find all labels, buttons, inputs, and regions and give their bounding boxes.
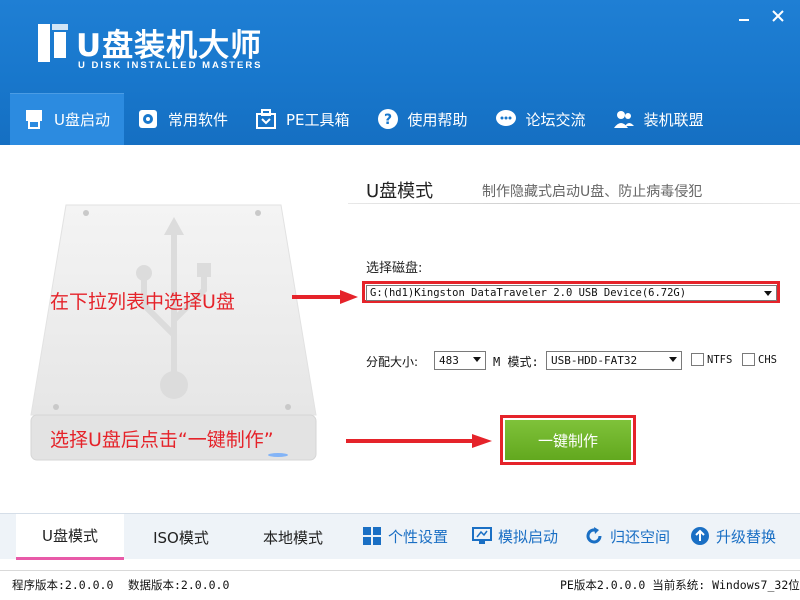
program-version: 程序版本:2.0.0.0 [12,578,114,592]
main-nav: U盘启动 常用软件 PE工具箱 ? 使用帮助 论坛交流 装机联盟 [10,93,718,145]
refresh-icon [586,527,602,544]
software-gear-icon [136,107,160,131]
monitor-icon [472,527,492,544]
upgrade-icon [691,527,709,545]
data-version: 数据版本:2.0.0.0 [128,578,230,592]
nav-label: 论坛交流 [525,110,586,129]
mode-label: M 模式: [493,355,539,369]
personalize-label: 个性设置 [388,527,449,546]
disk-select-value: G:(hd1)Kingston DataTraveler 2.0 USB Dev… [370,287,687,299]
one-click-make-button[interactable]: 一键制作 [505,420,631,460]
app-logo: U盘装机大师 U DISK INSTALLED MASTERS [30,14,270,76]
boot-mode-value: USB-HDD-FAT32 [551,354,638,367]
alloc-size-select[interactable]: 483 [434,351,486,370]
annotation-click-make: 选择U盘后点击“一键制作” [50,429,274,451]
disk-select-label: 选择磁盘: [366,261,423,276]
nav-item-alliance[interactable]: 装机联盟 [600,93,718,145]
chs-checkbox[interactable] [742,353,755,366]
users-icon [612,107,636,131]
alloc-size-value: 483 [439,354,459,367]
pe-and-system-info: PE版本2.0.0.0 当前系统: Windows7_32位 [560,578,800,592]
restore-space-label: 归还空间 [610,527,671,546]
nav-item-forum[interactable]: 论坛交流 [482,93,600,145]
close-button[interactable] [764,4,792,28]
nav-item-udisk-boot[interactable]: U盘启动 [10,93,124,145]
tab-udisk-mode[interactable]: U盘模式 [16,514,124,560]
personalize-button[interactable]: 个性设置 [362,525,448,547]
toolbox-icon [254,107,278,131]
restore-space-button[interactable]: 归还空间 [584,525,670,547]
upgrade-label: 升级替换 [716,527,777,546]
app-title: U盘装机大师 [76,28,263,64]
annotation-select-disk: 在下拉列表中选择U盘 [50,291,235,313]
nav-item-help[interactable]: ? 使用帮助 [364,93,482,145]
bottom-tab-bar: U盘模式 ISO模式 本地模式 个性设置 模拟启动 归还空间 升级替换 [0,513,800,560]
arrow-right-icon [292,290,358,304]
mode-description: 制作隐藏式启动U盘、防止病毒侵犯 [482,184,703,200]
chevron-down-icon [473,357,481,362]
grid-icon [363,527,381,545]
mode-title: U盘模式 [366,181,434,202]
simulate-boot-button[interactable]: 模拟启动 [472,525,558,547]
simulate-boot-label: 模拟启动 [498,527,559,546]
header-bar: U盘装机大师 U DISK INSTALLED MASTERS U盘启动 常用软… [0,0,800,145]
nav-label: U盘启动 [54,110,110,129]
nav-label: 常用软件 [167,110,228,129]
svg-text:?: ? [383,112,391,128]
divider [348,203,800,204]
nav-item-pe-toolbox[interactable]: PE工具箱 [242,93,364,145]
nav-label: 使用帮助 [407,110,468,129]
tab-iso-mode[interactable]: ISO模式 [126,514,236,560]
ntfs-checkbox[interactable] [691,353,704,366]
ntfs-label: NTFS [707,354,733,366]
chevron-down-icon [764,291,772,296]
tab-local-mode[interactable]: 本地模式 [238,514,348,560]
upgrade-button[interactable]: 升级替换 [690,525,776,547]
help-icon: ? [376,107,400,131]
main-panel: U盘模式 制作隐藏式启动U盘、防止病毒侵犯 选择磁盘: G:(hd1)Kings… [0,145,800,513]
close-icon [772,10,784,22]
nav-item-software[interactable]: 常用软件 [124,93,242,145]
disk-select-dropdown[interactable]: G:(hd1)Kingston DataTraveler 2.0 USB Dev… [366,285,777,301]
alloc-size-label: 分配大小: [366,355,419,369]
status-bar: 程序版本:2.0.0.0 数据版本:2.0.0.0 PE版本2.0.0.0 当前… [0,570,800,600]
arrow-right-icon [346,434,492,448]
chs-label: CHS [758,354,777,366]
usb-logo-icon [38,24,68,62]
minimize-button[interactable] [730,4,758,28]
nav-label: 装机联盟 [643,110,704,129]
minimize-icon [739,19,749,21]
boot-mode-select[interactable]: USB-HDD-FAT32 [546,351,682,370]
nav-label: PE工具箱 [286,110,350,129]
usb-drive-icon [22,107,46,131]
chevron-down-icon [669,357,677,362]
app-subtitle: U DISK INSTALLED MASTERS [78,60,263,71]
chat-icon [494,107,518,131]
